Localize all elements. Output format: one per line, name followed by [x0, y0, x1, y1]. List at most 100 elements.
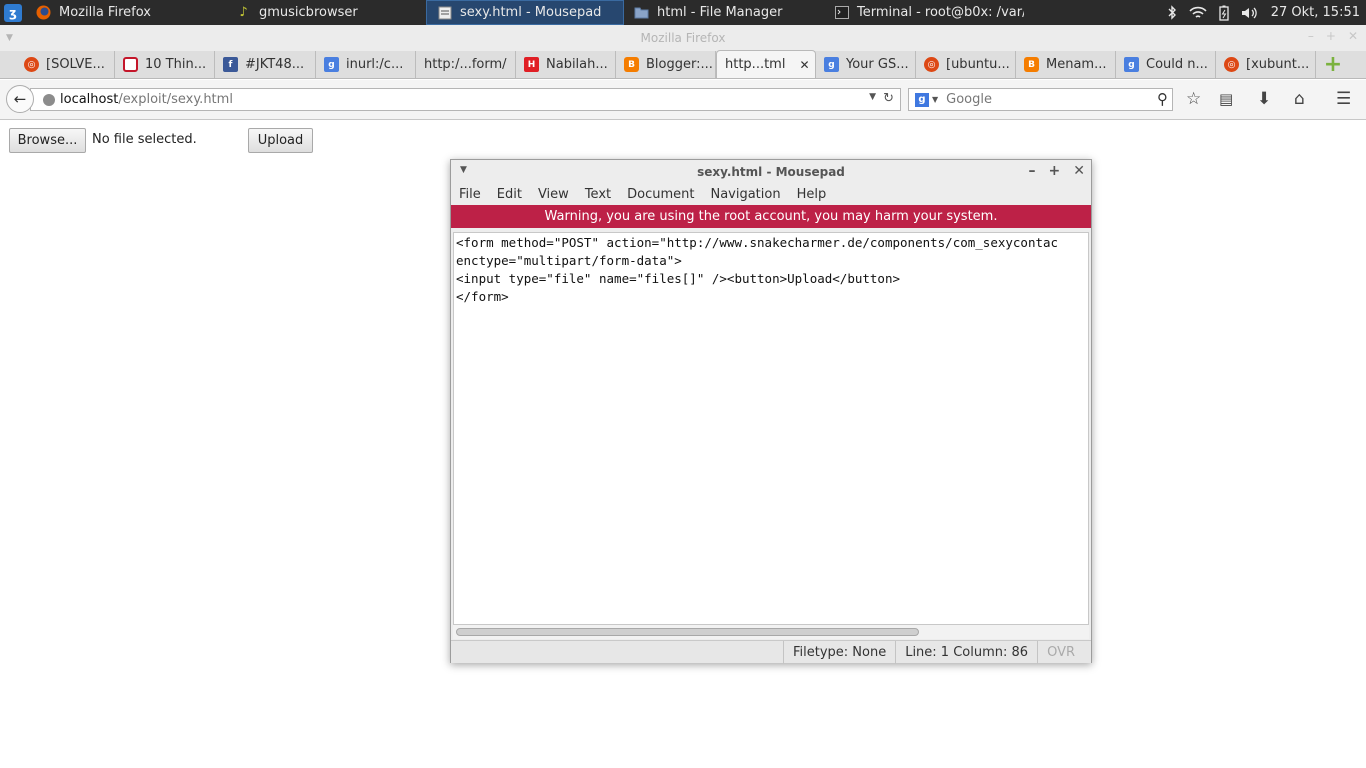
maximize-icon[interactable]: + [1326, 29, 1336, 43]
menu-edit[interactable]: Edit [497, 187, 522, 202]
menu-help[interactable]: Help [797, 187, 827, 202]
applications-menu-button[interactable]: ʒ [0, 0, 26, 25]
site-identity-icon[interactable] [43, 93, 55, 106]
tab-strip: ◎ [SOLVE... 10 Thin... f #JKT48... g inu… [0, 50, 1366, 79]
bookmark-star-icon[interactable]: ☆ [1186, 89, 1201, 109]
taskbar-item-label: sexy.html - Mousepad [460, 5, 602, 20]
new-tab-button[interactable]: + [1316, 51, 1350, 78]
window-menu-icon[interactable]: ▼ [460, 165, 467, 175]
upload-button[interactable]: Upload [248, 128, 313, 153]
text-editor-icon [437, 5, 452, 20]
code-line: <form method="POST" action="http://www.s… [456, 235, 1059, 250]
system-tray: 27 Okt, 15:51 [1167, 0, 1366, 25]
tab-label: Nabilah... [546, 57, 608, 72]
tab-label: [ubuntu... [946, 57, 1010, 72]
tab-3[interactable]: g inurl:/c... [316, 51, 416, 78]
browse-button[interactable]: Browse... [9, 128, 86, 153]
mousepad-menubar: File Edit View Text Document Navigation … [451, 184, 1091, 205]
wifi-icon[interactable] [1189, 6, 1207, 20]
overwrite-mode-status: OVR [1037, 640, 1091, 664]
tab-5[interactable]: H Nabilah... [516, 51, 616, 78]
tab-label: inurl:/c... [346, 57, 404, 72]
menu-document[interactable]: Document [627, 187, 694, 202]
plus-icon: + [1323, 52, 1343, 77]
menu-navigation[interactable]: Navigation [710, 187, 780, 202]
maximize-icon[interactable]: + [1049, 163, 1061, 179]
clock[interactable]: 27 Okt, 15:51 [1271, 5, 1360, 20]
filetype-status[interactable]: Filetype: None [782, 640, 895, 664]
navigation-toolbar: localhost/exploit/sexy.html ▼ ↻ ← g ▼ Go… [0, 80, 1366, 120]
tab-10[interactable]: B Menam... [1016, 51, 1116, 78]
taskbar-item-label: html - File Manager [657, 5, 783, 20]
tab-9[interactable]: ◎ [ubuntu... [916, 51, 1016, 78]
taskbar-item-mousepad[interactable]: sexy.html - Mousepad [426, 0, 624, 25]
taskbar-item-label: Terminal - root@b0x: /var/... [857, 5, 1024, 20]
url-bar[interactable]: localhost/exploit/sexy.html ▼ ↻ [30, 88, 901, 111]
menu-file[interactable]: File [459, 187, 481, 202]
search-placeholder: Google [946, 92, 992, 107]
google-icon: g [1124, 57, 1139, 72]
text-editor-area[interactable]: <form method="POST" action="http://www.s… [453, 232, 1089, 625]
horizontal-scrollbar[interactable] [453, 625, 1089, 639]
terminal-icon [834, 5, 849, 20]
tab-label: Your GS... [846, 57, 909, 72]
minimize-icon[interactable]: – [1029, 163, 1036, 179]
minimize-icon[interactable]: – [1308, 29, 1314, 43]
blogger-icon: B [1024, 57, 1039, 72]
tab-6[interactable]: B Blogger:... [616, 51, 716, 78]
xfce-menu-icon: ʒ [4, 3, 22, 22]
google-icon[interactable]: g [915, 92, 929, 107]
mousepad-title: sexy.html - Mousepad [697, 165, 845, 179]
taskbar-item-label: Mozilla Firefox [59, 5, 151, 20]
download-icon[interactable]: ⬇ [1257, 89, 1271, 109]
ubuntu-icon: ◎ [24, 57, 39, 72]
facebook-icon: f [223, 57, 238, 72]
hamburger-menu-icon[interactable]: ☰ [1336, 89, 1351, 109]
h-icon: H [524, 57, 539, 72]
taskbar-item-label: gmusicbrowser [259, 5, 358, 20]
tab-label: [SOLVE... [46, 57, 105, 72]
firefox-titlebar: ▼ Mozilla Firefox – + ✕ [0, 25, 1366, 51]
battery-icon[interactable] [1219, 5, 1229, 21]
window-menu-icon[interactable]: ▼ [6, 33, 13, 43]
mousepad-window: ▼ sexy.html - Mousepad – + ✕ File Edit V… [450, 159, 1092, 664]
menu-text[interactable]: Text [585, 187, 611, 202]
menu-view[interactable]: View [538, 187, 569, 202]
close-icon[interactable]: ✕ [1073, 163, 1085, 179]
tab-2[interactable]: f #JKT48... [215, 51, 316, 78]
tab-7-active[interactable]: http...tml ✕ [716, 50, 816, 78]
volume-icon[interactable] [1241, 6, 1259, 20]
firefox-window-title: Mozilla Firefox [640, 31, 726, 45]
taskbar-item-file-manager[interactable]: html - File Manager [624, 0, 824, 25]
tab-4[interactable]: http:/...form/ [416, 51, 516, 78]
bookmarks-list-icon[interactable]: ▤ [1219, 90, 1233, 108]
taskbar-item-gmusicbrowser[interactable]: ♪ gmusicbrowser [226, 0, 426, 25]
tab-12[interactable]: ◎ [xubunt... [1216, 51, 1316, 78]
taskbar-item-terminal[interactable]: Terminal - root@b0x: /var/... [824, 0, 1024, 25]
top-panel: ʒ Mozilla Firefox ♪ gmusicbrowser sexy.h… [0, 0, 1366, 25]
search-icon[interactable]: ⚲ [1157, 90, 1168, 108]
reload-icon[interactable]: ↻ [883, 91, 894, 106]
tab-0[interactable]: ◎ [SOLVE... [16, 51, 115, 78]
arrow-left-icon: ← [13, 90, 27, 108]
tab-label: Blogger:... [646, 57, 713, 72]
history-dropdown-icon[interactable]: ▼ [869, 92, 876, 102]
tab-label: [xubunt... [1246, 57, 1310, 72]
readability-icon [123, 57, 138, 72]
back-button[interactable]: ← [6, 85, 34, 113]
bluetooth-icon[interactable] [1167, 5, 1177, 20]
taskbar-item-firefox[interactable]: Mozilla Firefox [26, 0, 226, 25]
root-warning-bar: Warning, you are using the root account,… [451, 205, 1091, 228]
tab-1[interactable]: 10 Thin... [115, 51, 215, 78]
tab-8[interactable]: g Your GS... [816, 51, 916, 78]
scrollbar-thumb[interactable] [456, 628, 919, 636]
close-icon[interactable]: ✕ [1348, 29, 1358, 43]
search-bar[interactable]: g ▼ Google ⚲ [908, 88, 1173, 111]
url-path: /exploit/sexy.html [118, 92, 233, 107]
url-host: localhost [60, 92, 119, 107]
mousepad-titlebar[interactable]: ▼ sexy.html - Mousepad – + ✕ [451, 160, 1091, 184]
home-icon[interactable]: ⌂ [1294, 89, 1305, 109]
search-engine-dropdown-icon[interactable]: ▼ [932, 95, 938, 104]
tab-11[interactable]: g Could n... [1116, 51, 1216, 78]
close-tab-icon[interactable]: ✕ [799, 58, 809, 72]
